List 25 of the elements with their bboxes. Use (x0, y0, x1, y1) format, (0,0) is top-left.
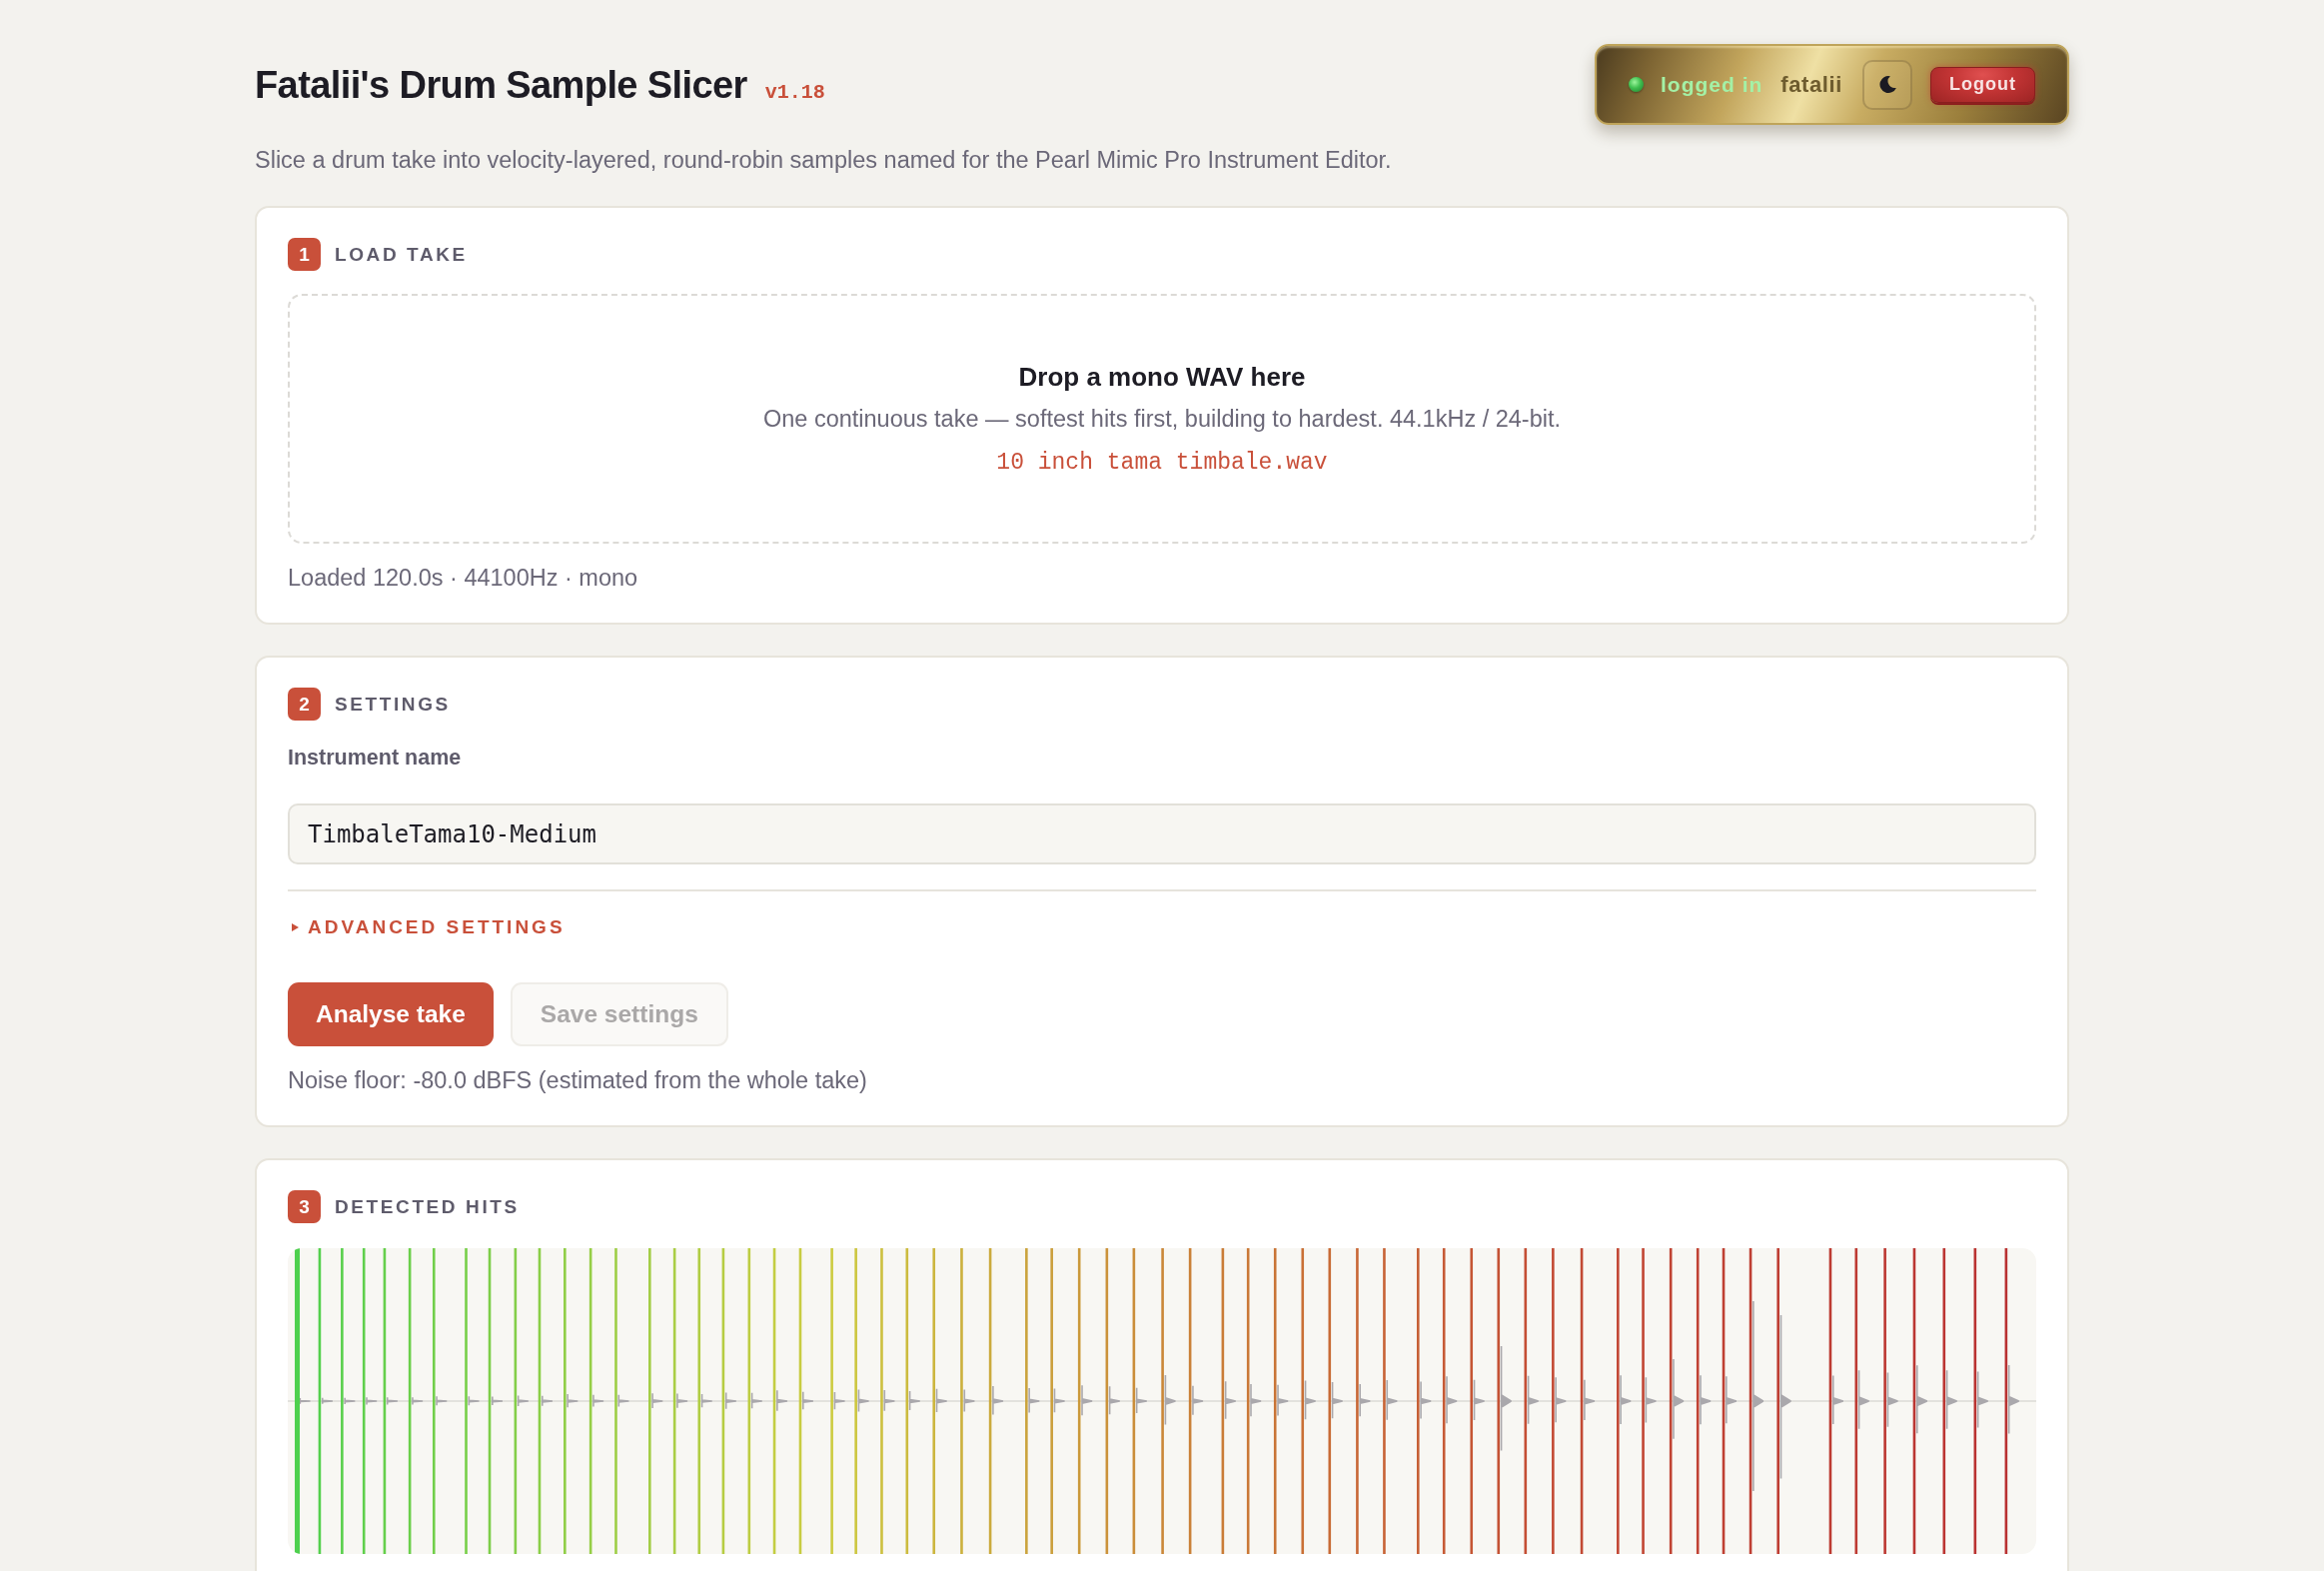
load-status-text: Loaded 120.0s · 44100Hz · mono (288, 564, 639, 592)
file-name: 10 inch tama timbale.wav (996, 448, 1328, 477)
advanced-settings-toggle[interactable]: ADVANCED SETTINGS (288, 916, 566, 938)
username: fatalii (1780, 71, 1842, 98)
logout-button[interactable]: Logout (1930, 66, 2035, 103)
moon-icon (1877, 75, 1897, 94)
app-title: Fatalii's Drum Sample Slicer (255, 64, 747, 107)
drop-zone[interactable]: Drop a mono WAV here One continuous take — softest hits first, building to hardest. 44.1kHz / 24-bit. 10 inch tama timbale.wav (288, 294, 2036, 544)
app-subtitle: Slice a drum take into velocity-layered, round-robin samples named for the Pearl Mimic Pro Instrument Editor. (255, 146, 1393, 174)
drop-zone-hint: One continuous take — softest hits first, building to hardest. 44.1kHz / 24-bit. (762, 404, 1562, 433)
field-label: Instrument name (288, 746, 463, 770)
section-title: DETECTED HITS (335, 1195, 520, 1218)
section-title: LOAD TAKE (335, 243, 468, 266)
step-number-badge: 3 (288, 1190, 321, 1223)
section-title: SETTINGS (335, 693, 451, 716)
theme-toggle-button[interactable] (1862, 59, 1912, 110)
primary-button[interactable]: Analyse take (288, 982, 494, 1046)
login-status-text: logged in (1661, 72, 1763, 97)
drop-zone-title: Drop a mono WAV here (1018, 361, 1306, 392)
step-number-badge: 2 (288, 688, 321, 721)
step-number-badge: 1 (288, 238, 321, 271)
instrument-name-field[interactable]: TimbaleTama10-Medium (288, 803, 2036, 864)
version-label: v1.18 (764, 81, 825, 104)
caret-icon (292, 923, 299, 931)
noise-floor-text: Noise floor: -80.0 dBFS (estimated from the whole take) (288, 1066, 868, 1094)
